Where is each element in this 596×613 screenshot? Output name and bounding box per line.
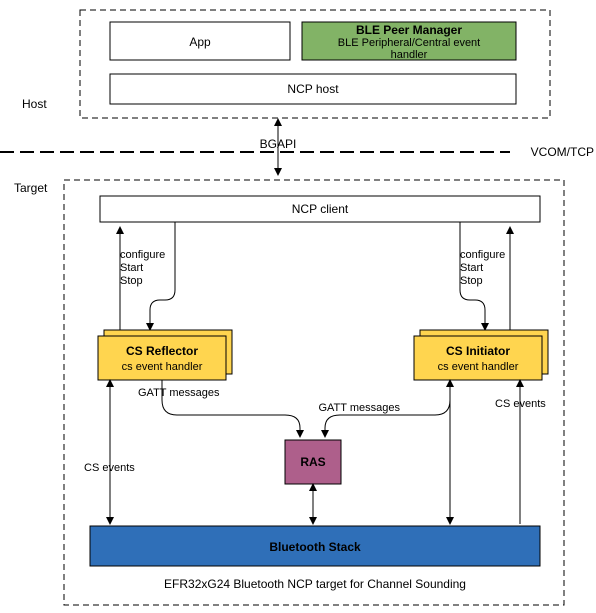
cfg-right-2: Start [460,262,483,274]
target-label: Target [14,181,48,195]
cs-reflector-sub: cs event handler [122,361,203,373]
footer-text: EFR32xG24 Bluetooth NCP target for Chann… [164,577,466,591]
cs-initiator-title: CS Initiator [446,344,510,358]
cfg-left-2: Start [120,262,143,274]
cfg-left-3: Stop [120,275,143,287]
cs-events-left-label: CS events [84,462,135,474]
ncp-host-text: NCP host [287,82,339,96]
app-text: App [189,35,211,49]
gatt-right-label: GATT messages [318,402,400,414]
cs-initiator-sub: cs event handler [438,361,519,373]
cfg-right-1: configure [460,249,505,261]
cs-initiator-front [414,336,542,380]
cfg-right-3: Stop [460,275,483,287]
ncp-client-text: NCP client [292,202,349,216]
vcom-label: VCOM/TCP [531,145,594,159]
cfg-left-1: configure [120,249,165,261]
host-label: Host [22,97,47,111]
cs-reflector-front [98,336,226,380]
cs-reflector-title: CS Reflector [126,344,198,358]
ble-peer-manager-sub1: BLE Peripheral/Central event [338,37,480,49]
ble-peer-manager-sub2: handler [391,49,428,61]
gatt-left-label: GATT messages [138,387,220,399]
cs-events-right-label: CS events [495,398,546,410]
cfg-left-down [150,222,175,330]
bt-stack-text: Bluetooth Stack [269,540,361,554]
ras-text: RAS [300,455,325,469]
ble-peer-manager-title: BLE Peer Manager [356,23,462,37]
